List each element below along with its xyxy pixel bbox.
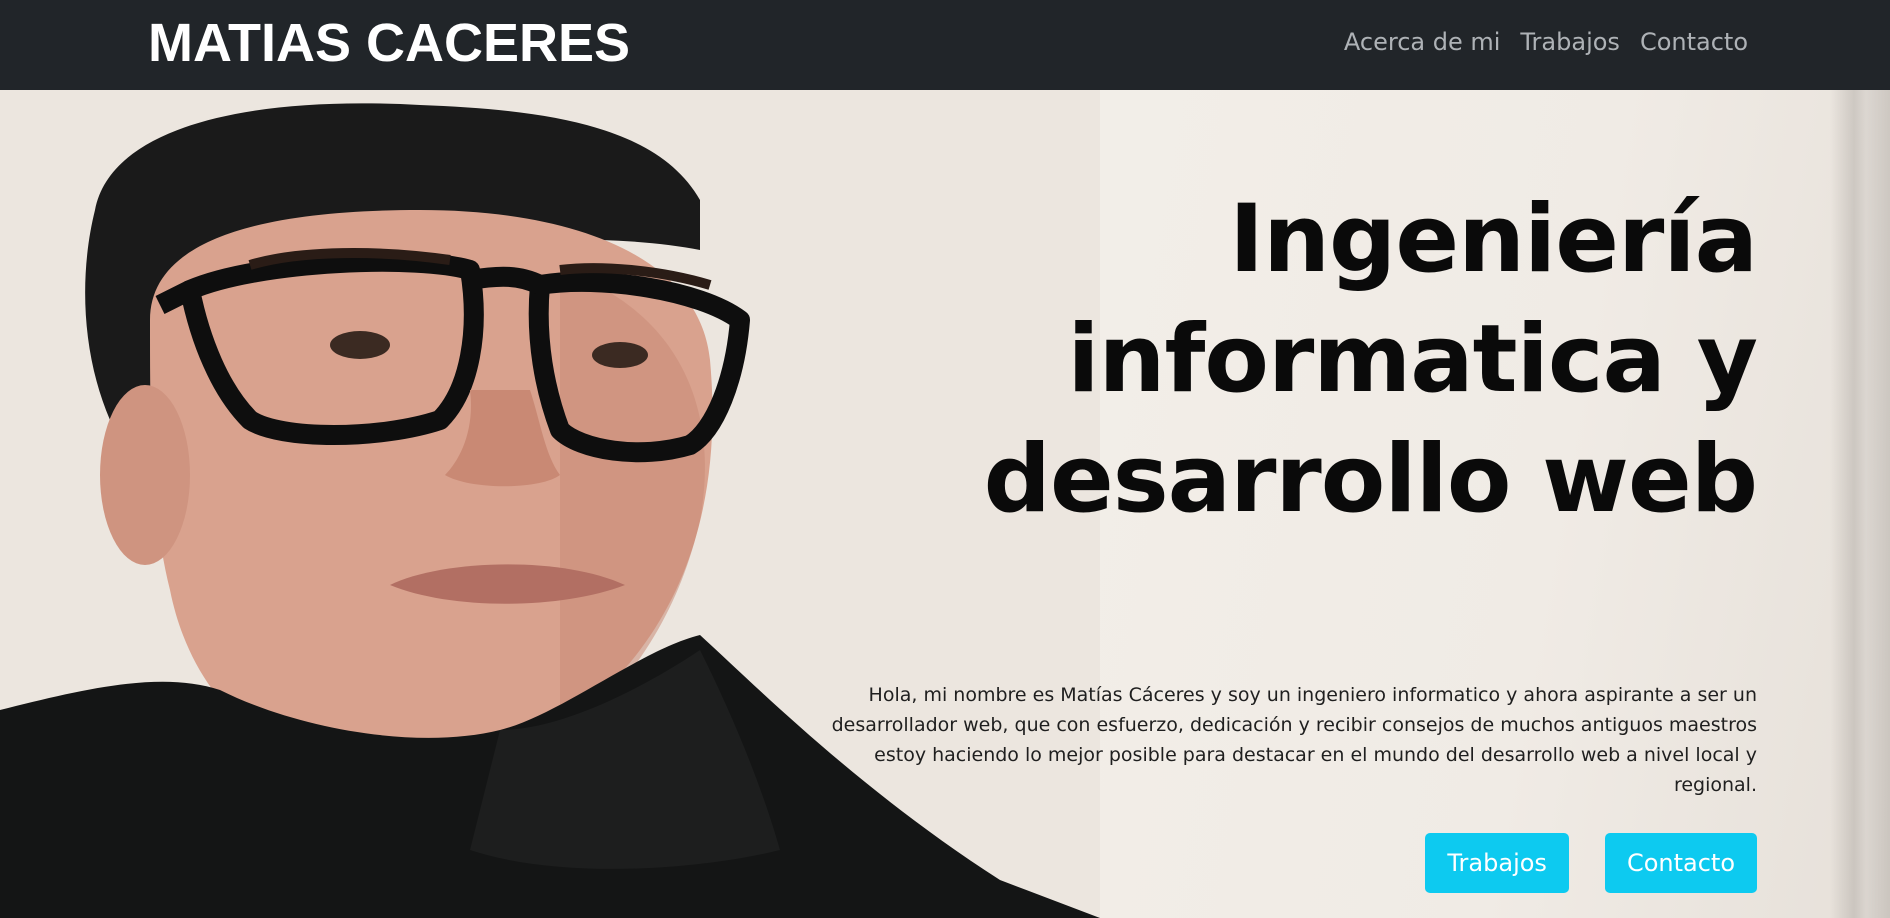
nav-link-trabajos[interactable]: Trabajos [1520,22,1620,62]
hero-content: Ingeniería informatica y desarrollo web … [757,180,1758,893]
trabajos-button[interactable]: Trabajos [1425,833,1569,893]
hero-section: Ingeniería informatica y desarrollo web … [0,90,1890,918]
nav-link-acerca[interactable]: Acerca de mi [1344,22,1501,62]
hero-description-line: Hola, mi nombre es Matías Cáceres y soy … [868,684,1757,706]
hero-title: Ingeniería informatica y desarrollo web [757,180,1758,540]
contacto-button[interactable]: Contacto [1604,833,1757,893]
hero-buttons: Trabajos Contacto [1425,833,1757,893]
hero-title-line: informatica y [1067,305,1758,414]
wall-edge-decoration [1830,90,1890,918]
top-navbar: MATIAS CACERES Acerca de mi Trabajos Con… [0,0,1890,90]
hero-description-line: estoy haciendo lo mejor posible para des… [874,744,1757,796]
hero-description-line: desarrollador web, que con esfuerzo, ded… [831,714,1757,736]
nav-links: Acerca de mi Trabajos Contacto [1344,22,1748,62]
hero-title-line: Ingeniería [1229,185,1758,294]
hero-description: Hola, mi nombre es Matías Cáceres y soy … [797,680,1757,800]
brand-logo-text[interactable]: MATIAS CACERES [148,10,630,76]
hero-title-line: desarrollo web [983,425,1758,534]
nav-link-contacto[interactable]: Contacto [1640,22,1748,62]
